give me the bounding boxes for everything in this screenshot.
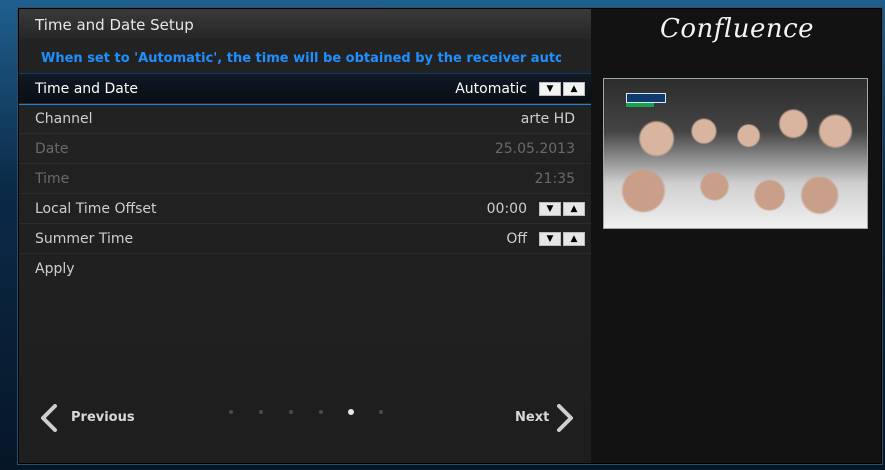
setting-label: Summer Time <box>35 231 134 247</box>
page-dot <box>319 410 323 414</box>
setting-label: Time and Date <box>35 81 138 97</box>
setting-row-time: Time 21:35 <box>19 163 591 194</box>
apply-label: Apply <box>35 261 75 277</box>
page-dot <box>289 410 293 414</box>
broadcast-overlay-bar <box>626 103 654 107</box>
setting-row-time-and-date[interactable]: Time and Date Automatic ▼ ▲ <box>19 73 591 105</box>
help-text: When set to 'Automatic', the time will b… <box>41 51 561 66</box>
broadcast-overlay <box>626 93 666 103</box>
page-title: Time and Date Setup <box>35 16 194 34</box>
next-button[interactable]: Next <box>509 404 579 434</box>
arrow-up-icon[interactable]: ▲ <box>563 202 585 216</box>
setting-label: Time <box>35 171 70 187</box>
chevron-left-icon <box>41 404 57 432</box>
setting-value: Automatic <box>455 81 527 97</box>
setting-value: 21:35 <box>534 171 575 187</box>
setting-row-local-time-offset[interactable]: Local Time Offset 00:00 ▼ ▲ <box>19 193 591 224</box>
setting-value: Off <box>506 231 527 247</box>
value-spinner: ▼ ▲ <box>539 202 585 216</box>
setting-label: Date <box>35 141 69 157</box>
page-dot-active <box>348 409 354 415</box>
arrow-down-icon[interactable]: ▼ <box>539 232 561 246</box>
previous-button[interactable]: Previous <box>39 404 149 434</box>
setting-label: Local Time Offset <box>35 201 157 217</box>
apply-button[interactable]: Apply <box>19 253 591 284</box>
page-dot <box>229 410 233 414</box>
value-spinner: ▼ ▲ <box>539 82 585 96</box>
value-spinner: ▼ ▲ <box>539 232 585 246</box>
setting-row-date: Date 25.05.2013 <box>19 133 591 164</box>
page-indicator <box>227 407 397 421</box>
arrow-down-icon[interactable]: ▼ <box>539 202 561 216</box>
setting-value: arte HD <box>520 111 575 127</box>
setting-row-summer-time[interactable]: Summer Time Off ▼ ▲ <box>19 223 591 254</box>
page-dot <box>379 410 383 414</box>
tv-preview <box>603 78 868 229</box>
arrow-up-icon[interactable]: ▲ <box>563 82 585 96</box>
arrow-up-icon[interactable]: ▲ <box>563 232 585 246</box>
next-label: Next <box>515 410 550 425</box>
setting-value: 25.05.2013 <box>494 141 575 157</box>
setting-row-channel[interactable]: Channel arte HD <box>19 103 591 134</box>
settings-panel: Time and Date Setup When set to 'Automat… <box>19 9 591 463</box>
arrow-down-icon[interactable]: ▼ <box>539 82 561 96</box>
page-dot <box>259 410 263 414</box>
previous-label: Previous <box>71 410 135 425</box>
setting-label: Channel <box>35 111 93 127</box>
setting-value: 00:00 <box>486 201 527 217</box>
title-bar: Time and Date Setup <box>19 9 591 39</box>
chevron-right-icon <box>557 404 573 432</box>
confluence-logo: Confluence <box>660 14 815 44</box>
settings-window: Time and Date Setup When set to 'Automat… <box>18 8 882 464</box>
